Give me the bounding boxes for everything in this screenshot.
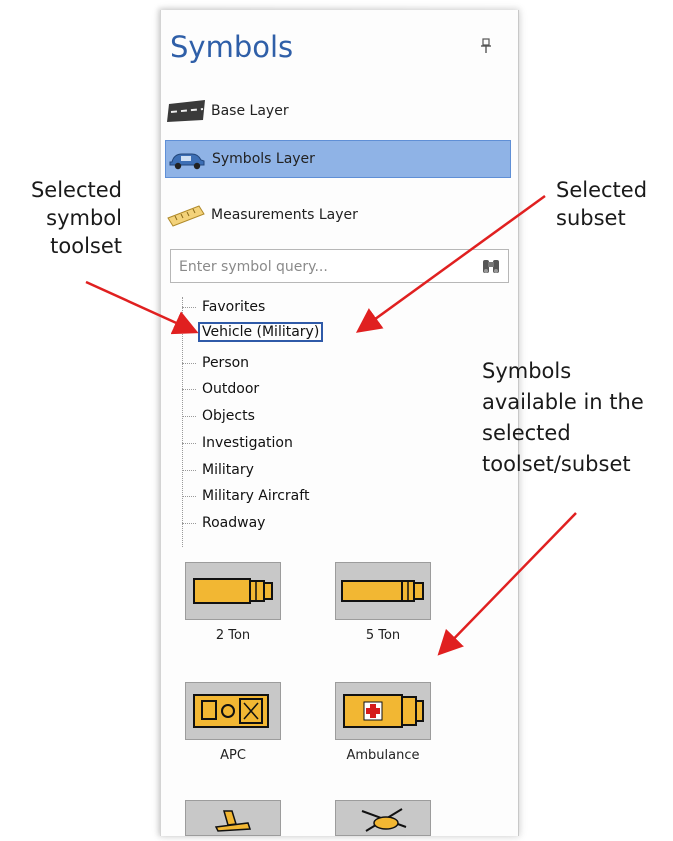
- annotation-line: Selected: [30, 178, 122, 202]
- toolset-label: Vehicle (Military): [198, 322, 324, 342]
- binoculars-icon[interactable]: [481, 257, 501, 275]
- toolset-label: Person: [202, 355, 250, 371]
- toolset-label: Objects: [202, 408, 255, 424]
- toolset-favorites[interactable]: Favorites: [182, 297, 265, 317]
- layer-label: Measurements Layer: [211, 207, 358, 223]
- annotation-line: toolset/subset: [482, 452, 631, 476]
- annotation-selected-subset: Selected subset: [556, 176, 666, 232]
- symbol-ambulance[interactable]: [335, 682, 431, 740]
- pin-icon[interactable]: [480, 38, 492, 54]
- symbol-query-input[interactable]: [177, 256, 471, 278]
- toolset-label: Military: [202, 462, 254, 478]
- aircraft-icon: [214, 810, 252, 832]
- toolset-person[interactable]: Person: [182, 353, 249, 373]
- annotation-symbols-available: Symbols available in the selected toolse…: [482, 356, 672, 480]
- annotation-selected-toolset: Selected symbol toolset: [2, 176, 122, 260]
- symbol-label: 5 Ton: [365, 628, 401, 643]
- layer-label: Symbols Layer: [212, 151, 315, 167]
- symbol-search: [170, 249, 509, 283]
- symbol-helicopter[interactable]: [335, 800, 431, 836]
- toolset-objects[interactable]: Objects: [182, 406, 255, 426]
- toolset-label: Favorites: [202, 299, 266, 315]
- toolset-military[interactable]: Military: [182, 460, 254, 480]
- toolset-label: Roadway: [202, 515, 266, 531]
- symbol-aircraft[interactable]: [185, 800, 281, 836]
- toolset-label: Investigation: [202, 435, 293, 451]
- toolset-label: Outdoor: [202, 381, 260, 397]
- layer-label: Base Layer: [211, 103, 289, 119]
- annotation-line: symbol: [46, 206, 122, 230]
- toolset-military-aircraft[interactable]: Military Aircraft: [182, 486, 309, 506]
- helicopter-icon: [361, 808, 407, 832]
- truck-5ton-icon: [341, 580, 424, 602]
- symbol-apc[interactable]: [185, 682, 281, 740]
- layer-symbols[interactable]: Symbols Layer: [165, 140, 511, 178]
- ambulance-icon: [343, 694, 424, 728]
- annotation-line: Selected: [556, 178, 648, 202]
- toolset-investigation[interactable]: Investigation: [182, 433, 293, 453]
- annotation-line: subset: [556, 206, 626, 230]
- toolset-label: Military Aircraft: [202, 488, 310, 504]
- symbol-5-ton[interactable]: [335, 562, 431, 620]
- panel-title: Symbols: [170, 30, 294, 64]
- annotation-line: Symbols: [482, 359, 572, 383]
- toolset-roadway[interactable]: Roadway: [182, 513, 265, 533]
- symbol-label: Ambulance: [346, 748, 420, 763]
- layer-base[interactable]: Base Layer: [165, 92, 511, 130]
- symbol-label: 2 Ton: [215, 628, 251, 643]
- apc-icon: [193, 694, 269, 728]
- annotation-line: toolset: [50, 234, 122, 258]
- annotation-line: available in the: [482, 390, 644, 414]
- road-icon: [167, 100, 205, 122]
- ruler-icon: [167, 205, 205, 227]
- symbol-2-ton[interactable]: [185, 562, 281, 620]
- toolset-outdoor[interactable]: Outdoor: [182, 379, 259, 399]
- layer-measurements[interactable]: Measurements Layer: [165, 196, 511, 234]
- annotation-line: selected: [482, 421, 571, 445]
- car-icon: [169, 153, 205, 170]
- symbol-label: APC: [220, 748, 246, 763]
- toolset-vehicle-military[interactable]: Vehicle (Military): [182, 322, 324, 342]
- truck-2ton-icon: [193, 578, 273, 604]
